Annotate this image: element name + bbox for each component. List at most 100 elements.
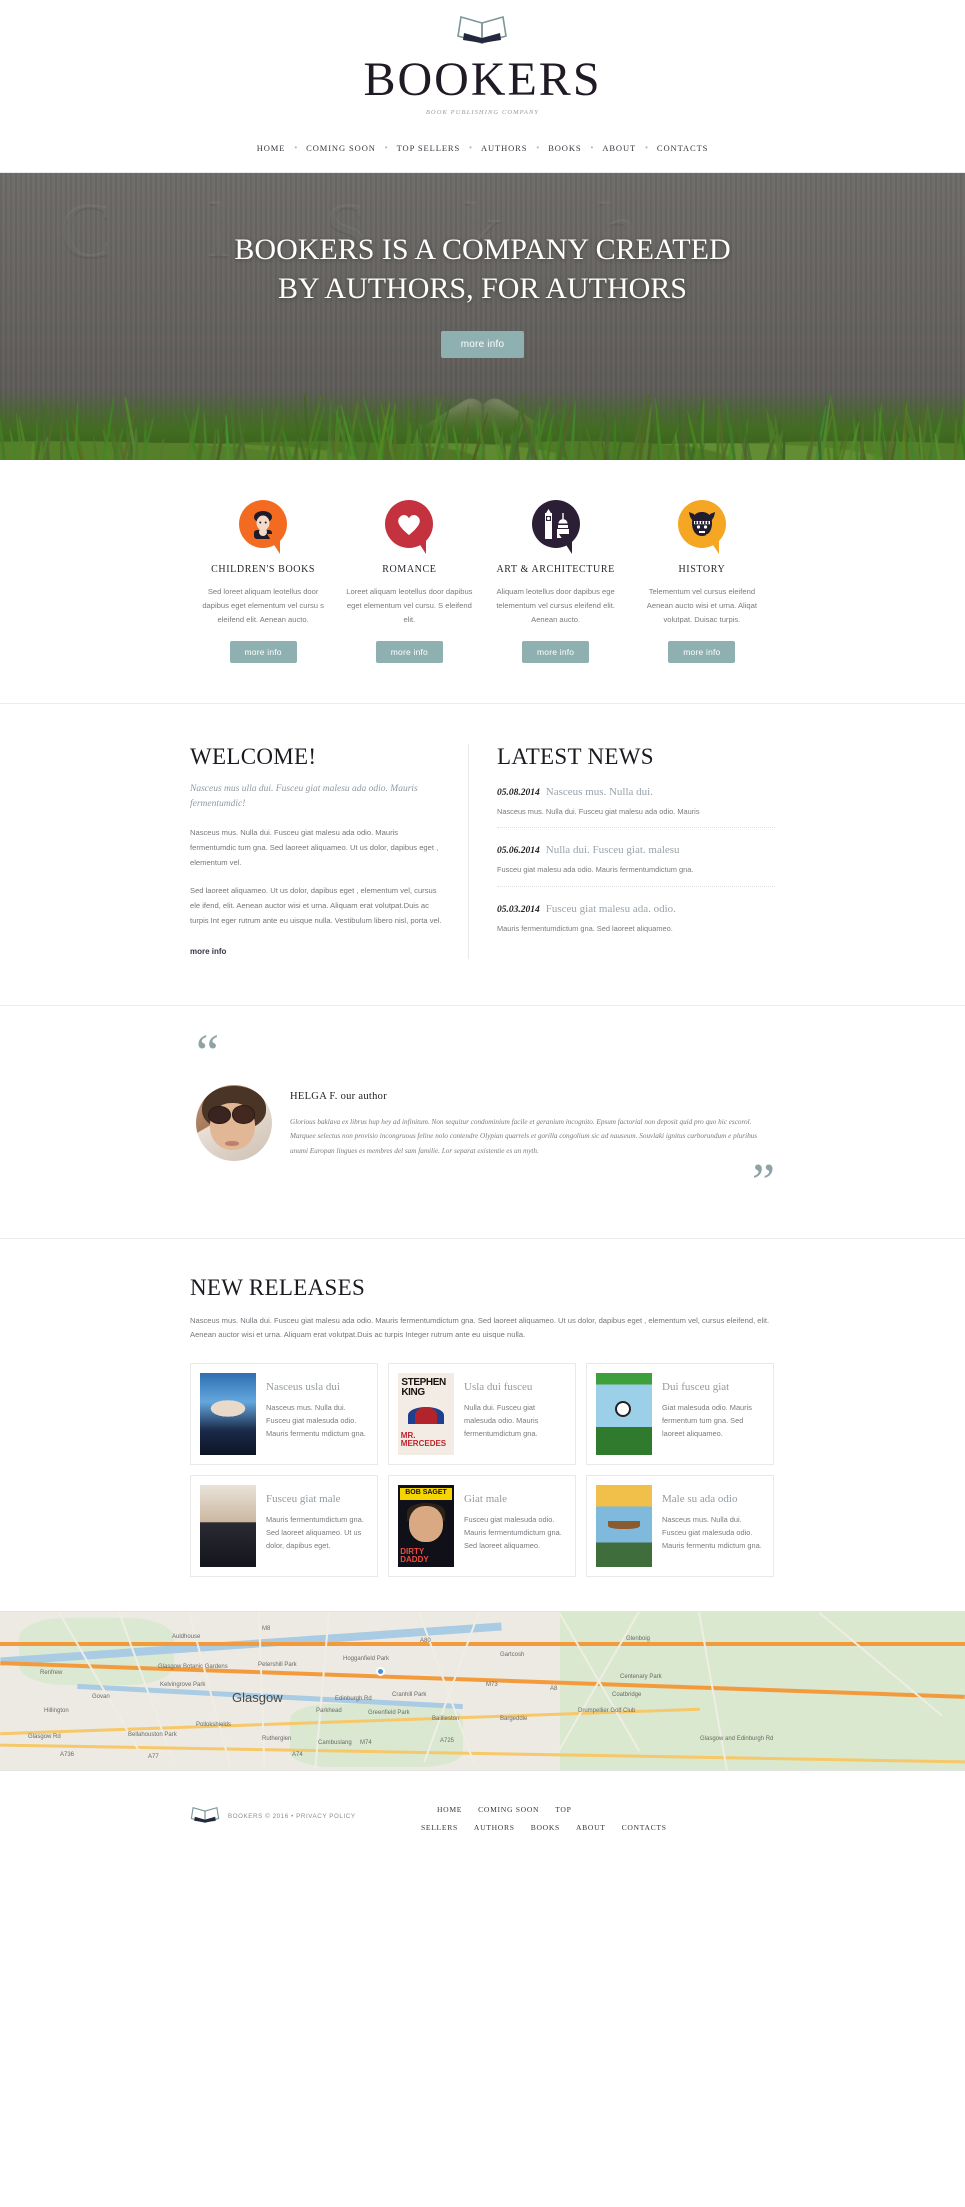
map-label: Greenfield Park <box>368 1710 410 1716</box>
map-label: A736 <box>60 1752 74 1758</box>
heart-bubble-icon <box>385 500 433 548</box>
page-root: BOOKERS BOOK PUBLISHING COMPANY HOME • COM… <box>0 0 965 1865</box>
nav-item: TOP SELLERS <box>394 138 464 156</box>
book-cover-author: BOB SAGET <box>400 1488 452 1500</box>
map-label: Glasgow Botanic Gardens <box>158 1664 228 1670</box>
nav-link-authors[interactable]: AUTHORS <box>478 143 530 153</box>
map-city-label: Glasgow <box>232 1690 283 1705</box>
welcome-more-info-link[interactable]: more info <box>190 947 226 956</box>
book-card[interactable]: Fusceu giat male Mauris fermentumdictum g… <box>190 1475 378 1577</box>
category-more-info-button[interactable]: more info <box>668 641 735 663</box>
news-text: Nasceus mus. Nulla dui. Fusceu giat male… <box>497 806 775 818</box>
bob-saget-dirty-daddy-cover: BOB SAGET DIRTY DADDY <box>398 1485 454 1567</box>
book-title-link[interactable]: Giat male <box>464 1493 507 1505</box>
category-card-romance: ROMANCE Loreet aliquam leotellus door dap… <box>336 494 482 662</box>
news-headline-link[interactable]: Nasceus mus. Nulla dui. <box>546 786 653 798</box>
book-card[interactable]: Male su ada odio Nasceus mus. Nulla dui. … <box>586 1475 774 1577</box>
welcome-lead: Nasceus mus ulla dui. Fusceu giat malesu… <box>190 782 446 812</box>
category-more-info-button[interactable]: more info <box>230 641 297 663</box>
logo-link[interactable]: BOOKERS <box>363 14 601 105</box>
category-text: Aliquam leotellus door dapibus ege telem… <box>491 585 621 627</box>
quote-close-icon: ” <box>190 1167 775 1198</box>
site-header: BOOKERS BOOK PUBLISHING COMPANY <box>0 0 965 116</box>
category-icon-wrap <box>637 494 767 554</box>
map-location-pin[interactable] <box>376 1667 385 1676</box>
nav-separator: • <box>639 143 654 152</box>
book-description: Fusceu giat malesuda odio. Mauris fermen… <box>464 1514 566 1553</box>
book-description: Giat malesuda odio. Mauris fermentum tum… <box>662 1402 764 1441</box>
hero-banner: C l S k h BOOKERS IS A COMPANY CREATED B… <box>0 173 965 460</box>
book-description: Mauris fermentumdictum gna. Sed laoreet … <box>266 1514 368 1553</box>
map-label: Petershill Park <box>258 1662 297 1668</box>
site-footer: BOOKERS © 2016 • PRIVACY POLICY HOME COMI… <box>0 1771 965 1865</box>
news-headline-link[interactable]: Fusceu giat malesu ada. odio. <box>546 903 676 915</box>
book-card[interactable]: Dui fusceu giat Giat malesuda odio. Mauri… <box>586 1363 774 1465</box>
book-card[interactable]: Nasceus usla dui Nasceus mus. Nulla dui. … <box>190 1363 378 1465</box>
category-card-children-s-books: CHILDREN'S BOOKS Sed loreet aliquam leote… <box>190 494 336 662</box>
nav-item: AUTHORS <box>478 138 530 156</box>
map-label: A80 <box>420 1638 431 1644</box>
book-title-link[interactable]: Dui fusceu giat <box>662 1381 729 1393</box>
open-book-icon <box>190 1806 220 1828</box>
map-label: Renfrew <box>40 1670 62 1676</box>
news-list: 05.08.2014 Nasceus mus. Nulla dui. Nasceus… <box>497 770 775 946</box>
welcome-news-section: WELCOME! Nasceus mus ulla dui. Fusceu gi… <box>0 704 965 1006</box>
book-cover-title: DIRTY DADDY <box>400 1548 452 1563</box>
category-more-info-button[interactable]: more info <box>522 641 589 663</box>
nav-item: HOME <box>254 138 289 156</box>
welcome-title: WELCOME! <box>190 744 446 770</box>
location-map[interactable]: Glasgow Auldhouse Glasgow Botanic Gardens… <box>0 1611 965 1771</box>
footer-link-about[interactable]: ABOUT <box>576 1823 606 1832</box>
stephen-king-mr-mercedes-cover: STEPHEN KING MR. MERCEDES <box>398 1373 454 1455</box>
map-label: Pollokshields <box>196 1722 231 1728</box>
map-label: Cambuslang <box>318 1740 352 1746</box>
fantasy-book-cover <box>200 1373 256 1455</box>
hero-more-info-button[interactable]: more info <box>441 331 525 358</box>
nav-item: CONTACTS <box>654 138 711 156</box>
footer-link-coming-soon[interactable]: COMING SOON <box>478 1805 539 1814</box>
viking-bubble-icon <box>678 500 726 548</box>
book-card[interactable]: STEPHEN KING MR. MERCEDES Usla dui fusceu Nul… <box>388 1363 576 1465</box>
footer-link-home[interactable]: HOME <box>437 1805 462 1814</box>
nav-link-contacts[interactable]: CONTACTS <box>654 143 711 153</box>
map-label: A77 <box>148 1754 159 1760</box>
book-title-link[interactable]: Nasceus usla dui <box>266 1381 340 1393</box>
map-label: A8 <box>550 1686 557 1692</box>
book-description: Nasceus mus. Nulla dui. Fusceu giat male… <box>662 1514 764 1553</box>
map-label: M74 <box>360 1740 372 1746</box>
new-releases-section: NEW RELEASES Nasceus mus. Nulla dui. Fus… <box>0 1239 965 1611</box>
book-title-link[interactable]: Male su ada odio <box>662 1493 737 1505</box>
news-item: 05.03.2014 Fusceu giat malesu ada. odio. M… <box>497 887 775 945</box>
footer-link-contacts[interactable]: CONTACTS <box>622 1823 667 1832</box>
footer-link-books[interactable]: BOOKS <box>531 1823 560 1832</box>
nav-link-about[interactable]: ABOUT <box>599 143 639 153</box>
testimonial-author: HELGA F. our author <box>290 1091 775 1102</box>
map-label: Auldhouse <box>172 1634 200 1640</box>
page-title: BOOKERS <box>363 55 601 105</box>
news-text: Mauris fermentumdictum gna. Sed laoreet … <box>497 923 775 935</box>
book-card[interactable]: BOB SAGET DIRTY DADDY Giat male Fusceu giat … <box>388 1475 576 1577</box>
book-title-link[interactable]: Fusceu giat male <box>266 1493 341 1505</box>
nav-link-coming-soon[interactable]: COMING SOON <box>303 143 379 153</box>
nav-link-books[interactable]: BOOKS <box>545 143 584 153</box>
map-label: Bargeddie <box>500 1716 527 1722</box>
map-label: Govan <box>92 1694 110 1700</box>
book-title-link[interactable]: Usla dui fusceu <box>464 1381 532 1393</box>
nav-link-home[interactable]: HOME <box>254 143 289 153</box>
welcome-paragraph-1: Nasceus mus. Nulla dui. Fusceu giat male… <box>190 826 446 870</box>
latest-news-column: LATEST NEWS 05.08.2014 Nasceus mus. Nulla… <box>468 744 775 959</box>
news-date: 05.06.2014 <box>497 846 540 856</box>
category-icon-wrap <box>198 494 328 554</box>
new-releases-title: NEW RELEASES <box>190 1275 775 1301</box>
map-label: Coatbridge <box>612 1692 641 1698</box>
map-label: Bellahouston Park <box>128 1732 177 1738</box>
footer-copyright: BOOKERS © 2016 • PRIVACY POLICY <box>228 1813 356 1820</box>
nav-link-top-sellers[interactable]: TOP SELLERS <box>394 143 464 153</box>
map-label: Centenary Park <box>620 1674 662 1680</box>
news-item: 05.06.2014 Nulla dui. Fusceu giat. malesu… <box>497 828 775 887</box>
map-label: Gartcosh <box>500 1652 524 1658</box>
category-more-info-button[interactable]: more info <box>376 641 443 663</box>
welcome-paragraph-2: Sed laoreet aliquameo. Ut us dolor, dapi… <box>190 884 446 928</box>
footer-link-authors[interactable]: AUTHORS <box>474 1823 515 1832</box>
news-headline-link[interactable]: Nulla dui. Fusceu giat. malesu <box>546 844 680 856</box>
